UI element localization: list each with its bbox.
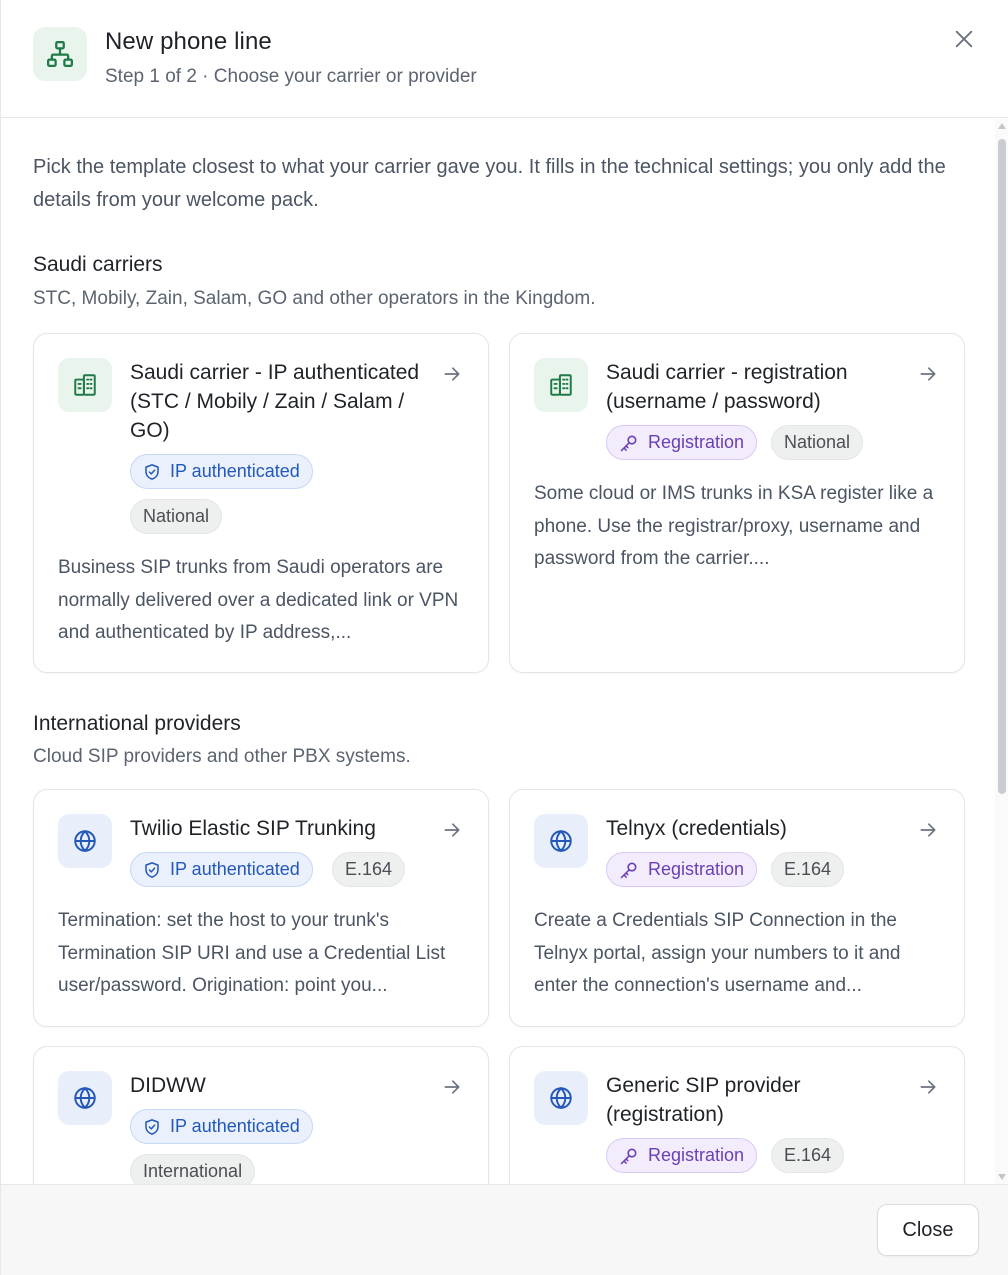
globe-icon <box>534 814 588 868</box>
scroll-up-icon[interactable] <box>998 123 1006 129</box>
vertical-scrollbar[interactable] <box>995 119 1008 1184</box>
card-title: DIDWW <box>130 1074 206 1097</box>
badge-label: E.164 <box>345 859 393 879</box>
network-tree-icon <box>33 27 87 81</box>
scroll-down-icon[interactable] <box>998 1174 1006 1180</box>
badge-label: IP authenticated <box>170 1116 300 1136</box>
badge-label: Registration <box>648 432 745 452</box>
building-icon <box>58 358 112 412</box>
arrow-right-icon <box>442 820 462 840</box>
intro-text: Pick the template closest to what your c… <box>33 156 946 211</box>
badge-label: International <box>143 1161 243 1181</box>
badge-label: National <box>143 506 210 526</box>
registration-badge: Registration <box>606 852 758 887</box>
template-card-generic-sip[interactable]: Generic SIP provider (registration) Regi… <box>509 1046 965 1184</box>
arrow-right-icon <box>918 1077 938 1097</box>
card-description: Create a Credentials SIP Connection in t… <box>534 910 901 996</box>
scope-badge: National <box>130 499 223 534</box>
scrollbar-thumb[interactable] <box>998 139 1006 794</box>
registration-badge: Registration <box>606 1138 758 1173</box>
ip-authenticated-badge: IP authenticated <box>130 1109 313 1144</box>
card-title: Telnyx (credentials) <box>606 817 787 840</box>
badge-label: E.164 <box>784 859 832 879</box>
globe-icon <box>58 814 112 868</box>
template-card-telnyx[interactable]: Telnyx (credentials) Registration E.164 … <box>509 789 965 1027</box>
globe-icon <box>58 1071 112 1125</box>
badge-label: IP authenticated <box>170 859 300 879</box>
template-card-didww[interactable]: DIDWW IP authenticated International <box>33 1046 489 1184</box>
template-card-saudi-ip[interactable]: Saudi carrier - IP authenticated (STC / … <box>33 333 489 673</box>
number-format-badge: E.164 <box>332 852 406 887</box>
close-button[interactable]: Close <box>877 1204 979 1256</box>
section-subtitle-international: Cloud SIP providers and other PBX system… <box>33 746 411 767</box>
card-description: Business SIP trunks from Saudi operators… <box>58 557 459 643</box>
dialog-title: New phone line <box>105 28 272 55</box>
arrow-right-icon <box>918 820 938 840</box>
number-format-badge: E.164 <box>771 852 845 887</box>
badge-label: National <box>784 432 851 452</box>
dialog-footer: Close <box>1 1184 1008 1275</box>
key-icon <box>620 1148 637 1164</box>
key-icon <box>620 862 637 878</box>
card-title: Generic SIP provider (registration) <box>606 1074 801 1126</box>
registration-badge: Registration <box>606 425 758 460</box>
dialog-step-subtitle: Step 1 of 2 · Choose your carrier or pro… <box>105 66 477 87</box>
globe-icon <box>534 1071 588 1125</box>
arrow-right-icon <box>918 364 938 384</box>
scope-badge: International <box>130 1154 256 1184</box>
new-phone-line-dialog: New phone line Step 1 of 2 · Choose your… <box>0 0 1008 1275</box>
badge-label: Registration <box>648 1145 745 1165</box>
building-icon <box>534 358 588 412</box>
shield-check-icon <box>145 1118 159 1135</box>
section-title-saudi: Saudi carriers <box>33 253 163 276</box>
card-description: Some cloud or IMS trunks in KSA register… <box>534 483 934 569</box>
badge-label: Registration <box>648 859 745 879</box>
dialog-body[interactable]: Pick the template closest to what your c… <box>1 119 995 1184</box>
arrow-right-icon <box>442 364 462 384</box>
key-icon <box>620 435 637 451</box>
shield-check-icon <box>145 861 159 878</box>
ip-authenticated-badge: IP authenticated <box>130 852 313 887</box>
template-card-saudi-registration[interactable]: Saudi carrier - registration (username /… <box>509 333 965 673</box>
shield-check-icon <box>145 463 159 480</box>
dialog-header: New phone line Step 1 of 2 · Choose your… <box>1 0 1008 118</box>
card-title: Saudi carrier - IP authenticated (STC / … <box>130 361 420 442</box>
template-card-twilio[interactable]: Twilio Elastic SIP Trunking IP authentic… <box>33 789 489 1027</box>
card-title: Saudi carrier - registration (username /… <box>606 361 848 413</box>
arrow-right-icon <box>442 1077 462 1097</box>
scope-badge: National <box>771 425 864 460</box>
card-title: Twilio Elastic SIP Trunking <box>130 817 376 840</box>
section-title-international: International providers <box>33 712 241 735</box>
close-icon[interactable] <box>949 24 979 54</box>
badge-label: E.164 <box>784 1145 832 1165</box>
card-description: Termination: set the host to your trunk'… <box>58 910 446 996</box>
badge-label: IP authenticated <box>170 461 300 481</box>
number-format-badge: E.164 <box>771 1138 845 1173</box>
ip-authenticated-badge: IP authenticated <box>130 454 313 489</box>
section-subtitle-saudi: STC, Mobily, Zain, Salam, GO and other o… <box>33 288 596 309</box>
